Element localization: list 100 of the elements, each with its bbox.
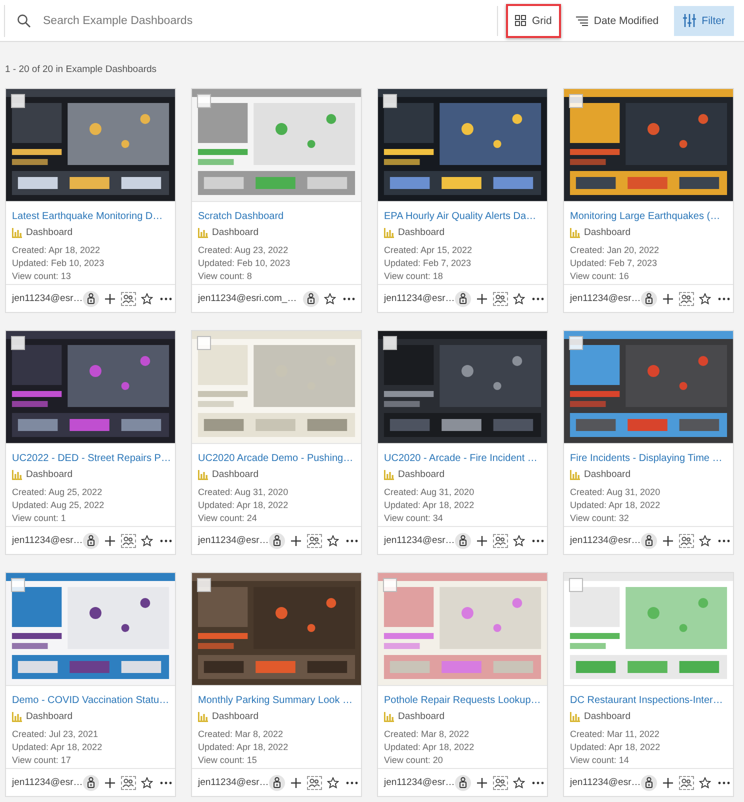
share-group-button[interactable] — [492, 292, 508, 306]
plus-icon — [290, 536, 301, 546]
card-title-link[interactable]: Monthly Parking Summary Look … — [198, 695, 356, 706]
owner-lock-button[interactable] — [268, 774, 285, 790]
owner-lock-button[interactable] — [82, 290, 99, 306]
created-date: Created: Aug 31, 2020 — [570, 486, 662, 499]
group-icon — [308, 536, 320, 546]
sort-button[interactable]: Date Modified — [566, 4, 668, 38]
select-checkbox[interactable] — [383, 578, 397, 592]
view-count: View count: 24 — [198, 512, 258, 525]
owner-lock-button[interactable] — [640, 290, 657, 306]
owner-name: jen11234@esr… — [384, 535, 455, 546]
person-lock-icon — [644, 535, 653, 546]
group-icon — [680, 778, 692, 788]
created-date: Created: Jan 20, 2022 — [570, 244, 660, 257]
select-checkbox[interactable] — [383, 94, 397, 108]
item-type: Dashboard — [212, 227, 258, 238]
favorite-button[interactable] — [510, 290, 527, 306]
view-count: View count: 13 — [12, 270, 72, 283]
bar-chart-icon — [384, 470, 394, 480]
plus-icon — [476, 294, 487, 304]
more-icon — [346, 780, 358, 784]
owner-lock-button[interactable] — [268, 532, 285, 548]
owner-lock-button[interactable] — [640, 532, 657, 548]
share-group-button[interactable] — [120, 292, 136, 306]
share-group-button[interactable] — [306, 776, 322, 790]
grid-button[interactable]: Grid — [506, 4, 561, 38]
view-count: View count: 16 — [570, 270, 630, 283]
favorite-button[interactable] — [696, 290, 713, 306]
filter-button[interactable]: Filter — [674, 6, 734, 36]
share-group-button[interactable] — [678, 292, 694, 306]
favorite-button[interactable] — [138, 532, 155, 548]
owner-lock-button[interactable] — [454, 532, 471, 548]
share-group-button[interactable] — [492, 776, 508, 790]
select-checkbox[interactable] — [569, 578, 583, 592]
group-icon — [122, 294, 134, 304]
card-title-link[interactable]: Demo - COVID Vaccination Statu… — [12, 695, 170, 706]
person-lock-icon — [86, 777, 95, 788]
updated-date: Updated: Apr 18, 2022 — [12, 741, 104, 754]
card-title-link[interactable]: Pothole Repair Requests Lookup… — [384, 695, 542, 706]
owner-name: jen11234@esr… — [570, 535, 641, 546]
select-checkbox[interactable] — [197, 94, 211, 108]
owner-lock-button[interactable] — [454, 290, 471, 306]
owner-lock-button[interactable] — [454, 774, 471, 790]
owner-name: jen11234@esr… — [12, 293, 83, 304]
star-icon — [140, 534, 153, 546]
owner-lock-button[interactable] — [640, 774, 657, 790]
favorite-button[interactable] — [324, 532, 341, 548]
favorite-button[interactable] — [138, 774, 155, 790]
favorite-button[interactable] — [510, 774, 527, 790]
item-type: Dashboard — [398, 227, 444, 238]
select-checkbox[interactable] — [11, 336, 25, 350]
share-group-button[interactable] — [492, 534, 508, 548]
card-title-link[interactable]: Fire Incidents - Displaying Time … — [570, 453, 728, 464]
select-checkbox[interactable] — [197, 336, 211, 350]
bar-chart-icon — [384, 712, 394, 722]
card-title-link[interactable]: Scratch Dashboard — [198, 211, 356, 222]
plus-icon — [104, 778, 115, 788]
card-title-link[interactable]: UC2020 Arcade Demo - Pushing… — [198, 453, 356, 464]
select-checkbox[interactable] — [11, 94, 25, 108]
share-group-button[interactable] — [678, 534, 694, 548]
view-count: View count: 14 — [570, 754, 630, 767]
select-checkbox[interactable] — [383, 336, 397, 350]
bar-chart-icon — [12, 470, 22, 480]
share-group-button[interactable] — [678, 776, 694, 790]
item-type: Dashboard — [584, 469, 630, 480]
bar-chart-icon — [198, 228, 208, 238]
owner-lock-button[interactable] — [82, 532, 99, 548]
favorite-button[interactable] — [696, 532, 713, 548]
card-title-link[interactable]: EPA Hourly Air Quality Alerts Da… — [384, 211, 542, 222]
person-lock-icon — [458, 535, 467, 546]
favorite-button[interactable] — [510, 532, 527, 548]
owner-lock-button[interactable] — [303, 290, 319, 306]
select-checkbox[interactable] — [569, 94, 583, 108]
star-icon — [326, 776, 339, 788]
card-title-link[interactable]: Monitoring Large Earthquakes (… — [570, 211, 728, 222]
group-icon — [494, 536, 506, 546]
group-icon — [122, 536, 134, 546]
card-title-link[interactable]: DC Restaurant Inspections-Inter… — [570, 695, 728, 706]
favorite-button[interactable] — [696, 774, 713, 790]
owner-name: jen11234@esr… — [570, 777, 641, 788]
card-title-link[interactable]: UC2020 - Arcade - Fire Incident … — [384, 453, 542, 464]
favorite-button[interactable] — [138, 290, 155, 306]
share-group-button[interactable] — [120, 776, 136, 790]
item-type: Dashboard — [26, 711, 72, 722]
owner-lock-button[interactable] — [82, 774, 99, 790]
share-group-button[interactable] — [306, 534, 322, 548]
created-date: Created: Aug 25, 2022 — [12, 486, 104, 499]
card-title-link[interactable]: Latest Earthquake Monitoring D… — [12, 211, 170, 222]
star-icon — [512, 776, 525, 788]
select-checkbox[interactable] — [197, 578, 211, 592]
more-icon — [160, 538, 172, 542]
star-icon — [698, 292, 711, 304]
favorite-button[interactable] — [322, 290, 338, 306]
share-group-button[interactable] — [120, 534, 136, 548]
card-title-link[interactable]: UC2022 - DED - Street Repairs P… — [12, 453, 170, 464]
search-field[interactable]: Search Example Dashboards — [41, 14, 492, 28]
select-checkbox[interactable] — [11, 578, 25, 592]
select-checkbox[interactable] — [569, 336, 583, 350]
favorite-button[interactable] — [324, 774, 341, 790]
